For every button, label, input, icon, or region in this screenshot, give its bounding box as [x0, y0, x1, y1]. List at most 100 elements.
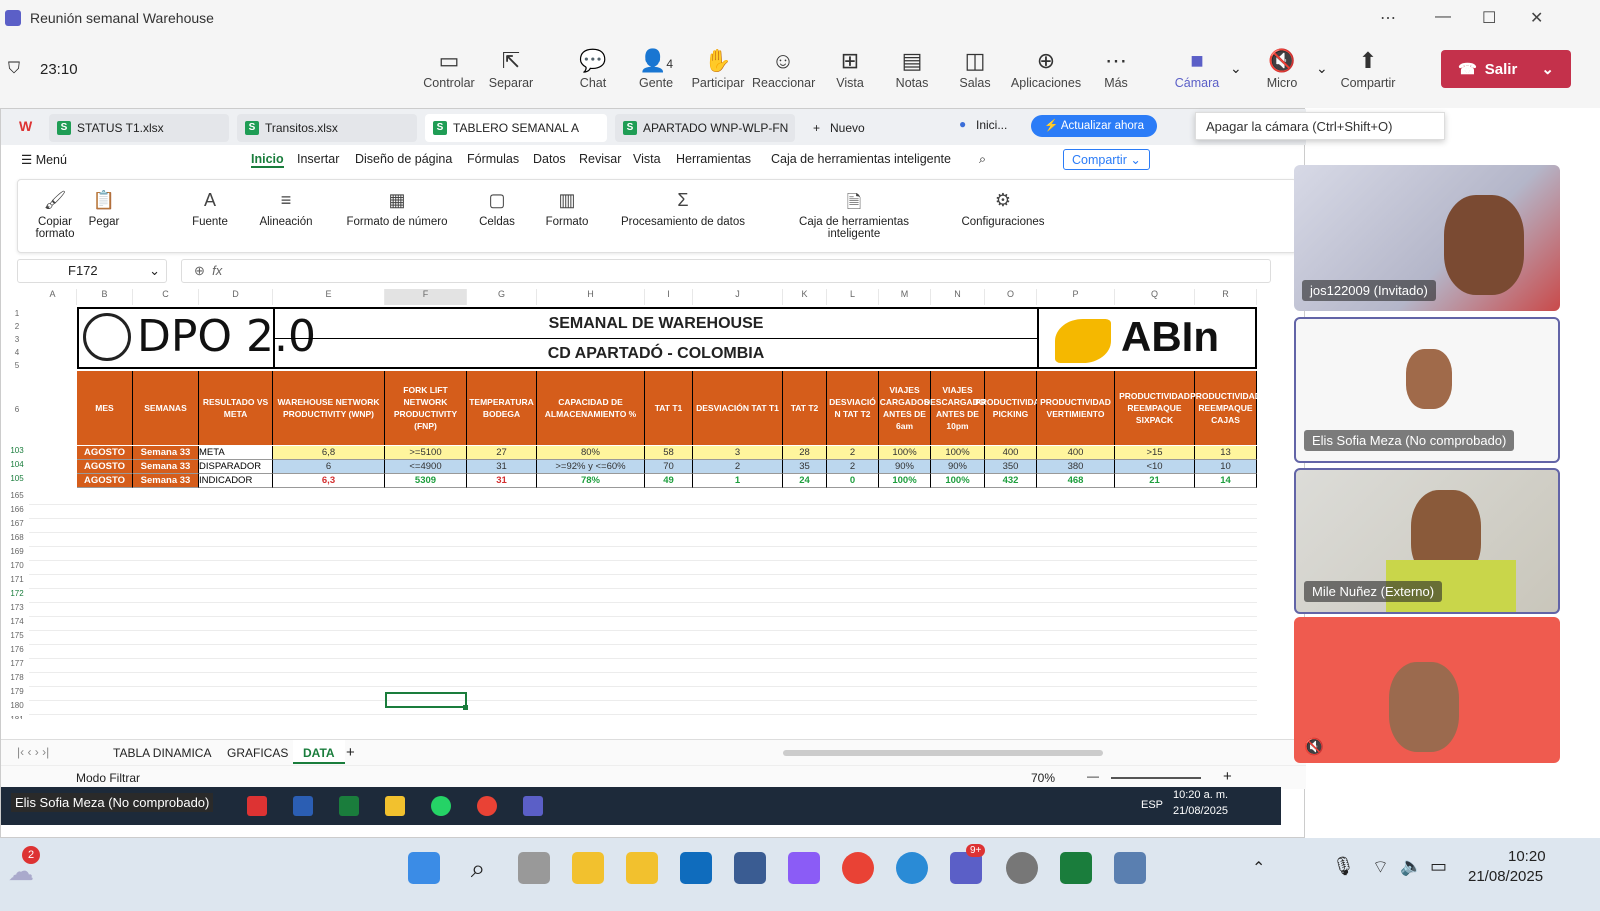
maximize-icon[interactable]: ☐ — [1482, 8, 1496, 28]
table-cell[interactable]: 432 — [985, 474, 1037, 488]
table-cell[interactable]: Semana 33 — [133, 446, 199, 460]
chevron-down-icon[interactable]: ⌄ — [1541, 60, 1554, 78]
column-header[interactable]: K — [783, 289, 827, 305]
copy-format-button[interactable]: 🖌 Copiar formato — [30, 190, 80, 240]
table-cell[interactable]: 380 — [1037, 460, 1115, 474]
row-header[interactable]: 170 — [7, 561, 27, 570]
chevron-up-icon[interactable]: ⌃ — [1252, 858, 1265, 878]
table-cell[interactable]: 5309 — [385, 474, 467, 488]
row-header[interactable]: 177 — [7, 659, 27, 668]
people-button[interactable]: 👤4 Gente — [625, 46, 687, 90]
participant-video[interactable]: jos122009 (Invitado) — [1294, 165, 1560, 311]
row-header[interactable]: 173 — [7, 603, 27, 612]
table-cell[interactable]: 14 — [1195, 474, 1257, 488]
cells-button[interactable]: ▢ Celdas — [474, 190, 520, 228]
table-header-cell[interactable]: RESULTADO VS META — [199, 371, 273, 445]
mic-button[interactable]: 🔇 Micro — [1251, 46, 1313, 90]
popout-button[interactable]: ⇱ Separar — [480, 46, 542, 90]
file-tab[interactable]: S Transitos.xlsx — [237, 114, 417, 142]
m365-icon[interactable] — [788, 852, 820, 884]
chevron-down-icon[interactable]: ⌄ — [1316, 60, 1328, 77]
chrome-icon[interactable] — [477, 796, 497, 816]
folder-icon[interactable] — [385, 796, 405, 816]
camera-button[interactable]: ■ Cámara — [1166, 46, 1228, 90]
zoom-out-icon[interactable]: — — [1087, 769, 1099, 783]
table-cell[interactable]: 100% — [879, 474, 931, 488]
leave-button[interactable]: ☎ Salir ⌄ — [1441, 50, 1571, 88]
notes-button[interactable]: ▤ Notas — [881, 46, 943, 90]
file-tab[interactable]: S STATUS T1.xlsx — [49, 114, 229, 142]
teams-icon[interactable] — [523, 796, 543, 816]
table-cell[interactable]: 3 — [693, 446, 783, 460]
share-button[interactable]: ⬆ Compartir — [1337, 46, 1399, 90]
table-header-cell[interactable]: WAREHOUSE NETWORK PRODUCTIVITY (WNP) — [273, 371, 385, 445]
table-header-cell[interactable]: PRODUCTIVIDAD REEMPAQUE SIXPACK — [1115, 371, 1195, 445]
number-format-button[interactable]: ▦ Formato de número — [342, 190, 452, 228]
wps-icon[interactable] — [247, 796, 267, 816]
row-header[interactable]: 104 — [7, 460, 27, 469]
table-cell[interactable]: 35 — [783, 460, 827, 474]
row-header[interactable]: 179 — [7, 687, 27, 696]
sheet-tab-active[interactable]: DATA — [293, 740, 345, 764]
settings-icon[interactable] — [1006, 852, 1038, 884]
table-cell[interactable]: AGOSTO — [77, 460, 133, 474]
table-cell[interactable]: AGOSTO — [77, 446, 133, 460]
excel-icon[interactable] — [1060, 852, 1092, 884]
apps-button[interactable]: ⊕ Aplicaciones — [1006, 46, 1086, 90]
table-cell[interactable]: 70 — [645, 460, 693, 474]
table-header-cell[interactable]: PRODUCTIVIDAD VERTIMIENTO — [1037, 371, 1115, 445]
row-header[interactable]: 174 — [7, 617, 27, 626]
participant-video[interactable]: 🔇 — [1294, 617, 1560, 763]
table-cell[interactable]: >=5100 — [385, 446, 467, 460]
table-cell[interactable]: >=92% y <=60% — [537, 460, 645, 474]
table-cell[interactable]: 1 — [693, 474, 783, 488]
wps-icon[interactable]: W — [19, 118, 32, 134]
row-header[interactable]: 181 — [7, 715, 27, 719]
column-header[interactable]: G — [467, 289, 537, 305]
whatsapp-icon[interactable] — [431, 796, 451, 816]
participant-video[interactable]: Elis Sofia Meza (No comprobado) — [1294, 317, 1560, 463]
table-cell[interactable]: 80% — [537, 446, 645, 460]
spreadsheet-grid[interactable]: A B C D E F G H I J K L M N O P Q R DPO … — [7, 289, 1295, 719]
table-cell[interactable]: INDICADOR — [199, 474, 273, 488]
share-doc-button[interactable]: Compartir ⌄ — [1063, 149, 1150, 170]
data-processing-button[interactable]: Σ Procesamiento de datos — [618, 190, 748, 228]
column-header[interactable]: M — [879, 289, 931, 305]
table-cell[interactable]: 400 — [985, 446, 1037, 460]
row-header[interactable]: 172 — [7, 589, 27, 598]
file-explorer-icon[interactable] — [626, 852, 658, 884]
more-button[interactable]: ⋯ Más — [1085, 46, 1147, 90]
table-cell[interactable]: 10 — [1195, 460, 1257, 474]
selected-cell[interactable] — [385, 692, 467, 708]
edge-icon[interactable] — [896, 852, 928, 884]
table-cell[interactable]: 2 — [827, 446, 879, 460]
row-header[interactable]: 180 — [7, 701, 27, 710]
table-cell[interactable]: 400 — [1037, 446, 1115, 460]
table-cell[interactable]: META — [199, 446, 273, 460]
tab-inicio[interactable]: Inicio — [251, 152, 284, 168]
chrome-icon[interactable] — [842, 852, 874, 884]
table-header-cell[interactable]: DESVIACIÓ N TAT T2 — [827, 371, 879, 445]
sheet-tab[interactable]: TABLA DINAMICA — [113, 746, 211, 760]
column-header[interactable]: O — [985, 289, 1037, 305]
search-icon[interactable]: ⌕ — [979, 152, 986, 167]
control-button[interactable]: ▭ Controlar — [418, 46, 480, 90]
column-header[interactable]: J — [693, 289, 783, 305]
table-cell[interactable]: Semana 33 — [133, 474, 199, 488]
column-header[interactable]: Q — [1115, 289, 1195, 305]
tab-vista[interactable]: Vista — [633, 152, 661, 166]
table-cell[interactable]: 28 — [783, 446, 827, 460]
start-icon[interactable] — [408, 852, 440, 884]
table-cell[interactable]: >15 — [1115, 446, 1195, 460]
formula-bar[interactable]: ⊕ fx — [181, 259, 1271, 283]
row-header[interactable]: 178 — [7, 673, 27, 682]
mic-muted-icon[interactable]: 🎙 — [1332, 856, 1355, 877]
row-header[interactable]: 166 — [7, 505, 27, 514]
name-box[interactable]: F172 ⌄ — [17, 259, 167, 283]
volume-muted-icon[interactable]: 🔈 — [1400, 856, 1422, 877]
table-cell[interactable]: AGOSTO — [77, 474, 133, 488]
chat-button[interactable]: 💬 Chat — [562, 46, 624, 90]
table-cell[interactable]: 6 — [273, 460, 385, 474]
close-icon[interactable]: ✕ — [1530, 8, 1543, 28]
row-header[interactable]: 169 — [7, 547, 27, 556]
